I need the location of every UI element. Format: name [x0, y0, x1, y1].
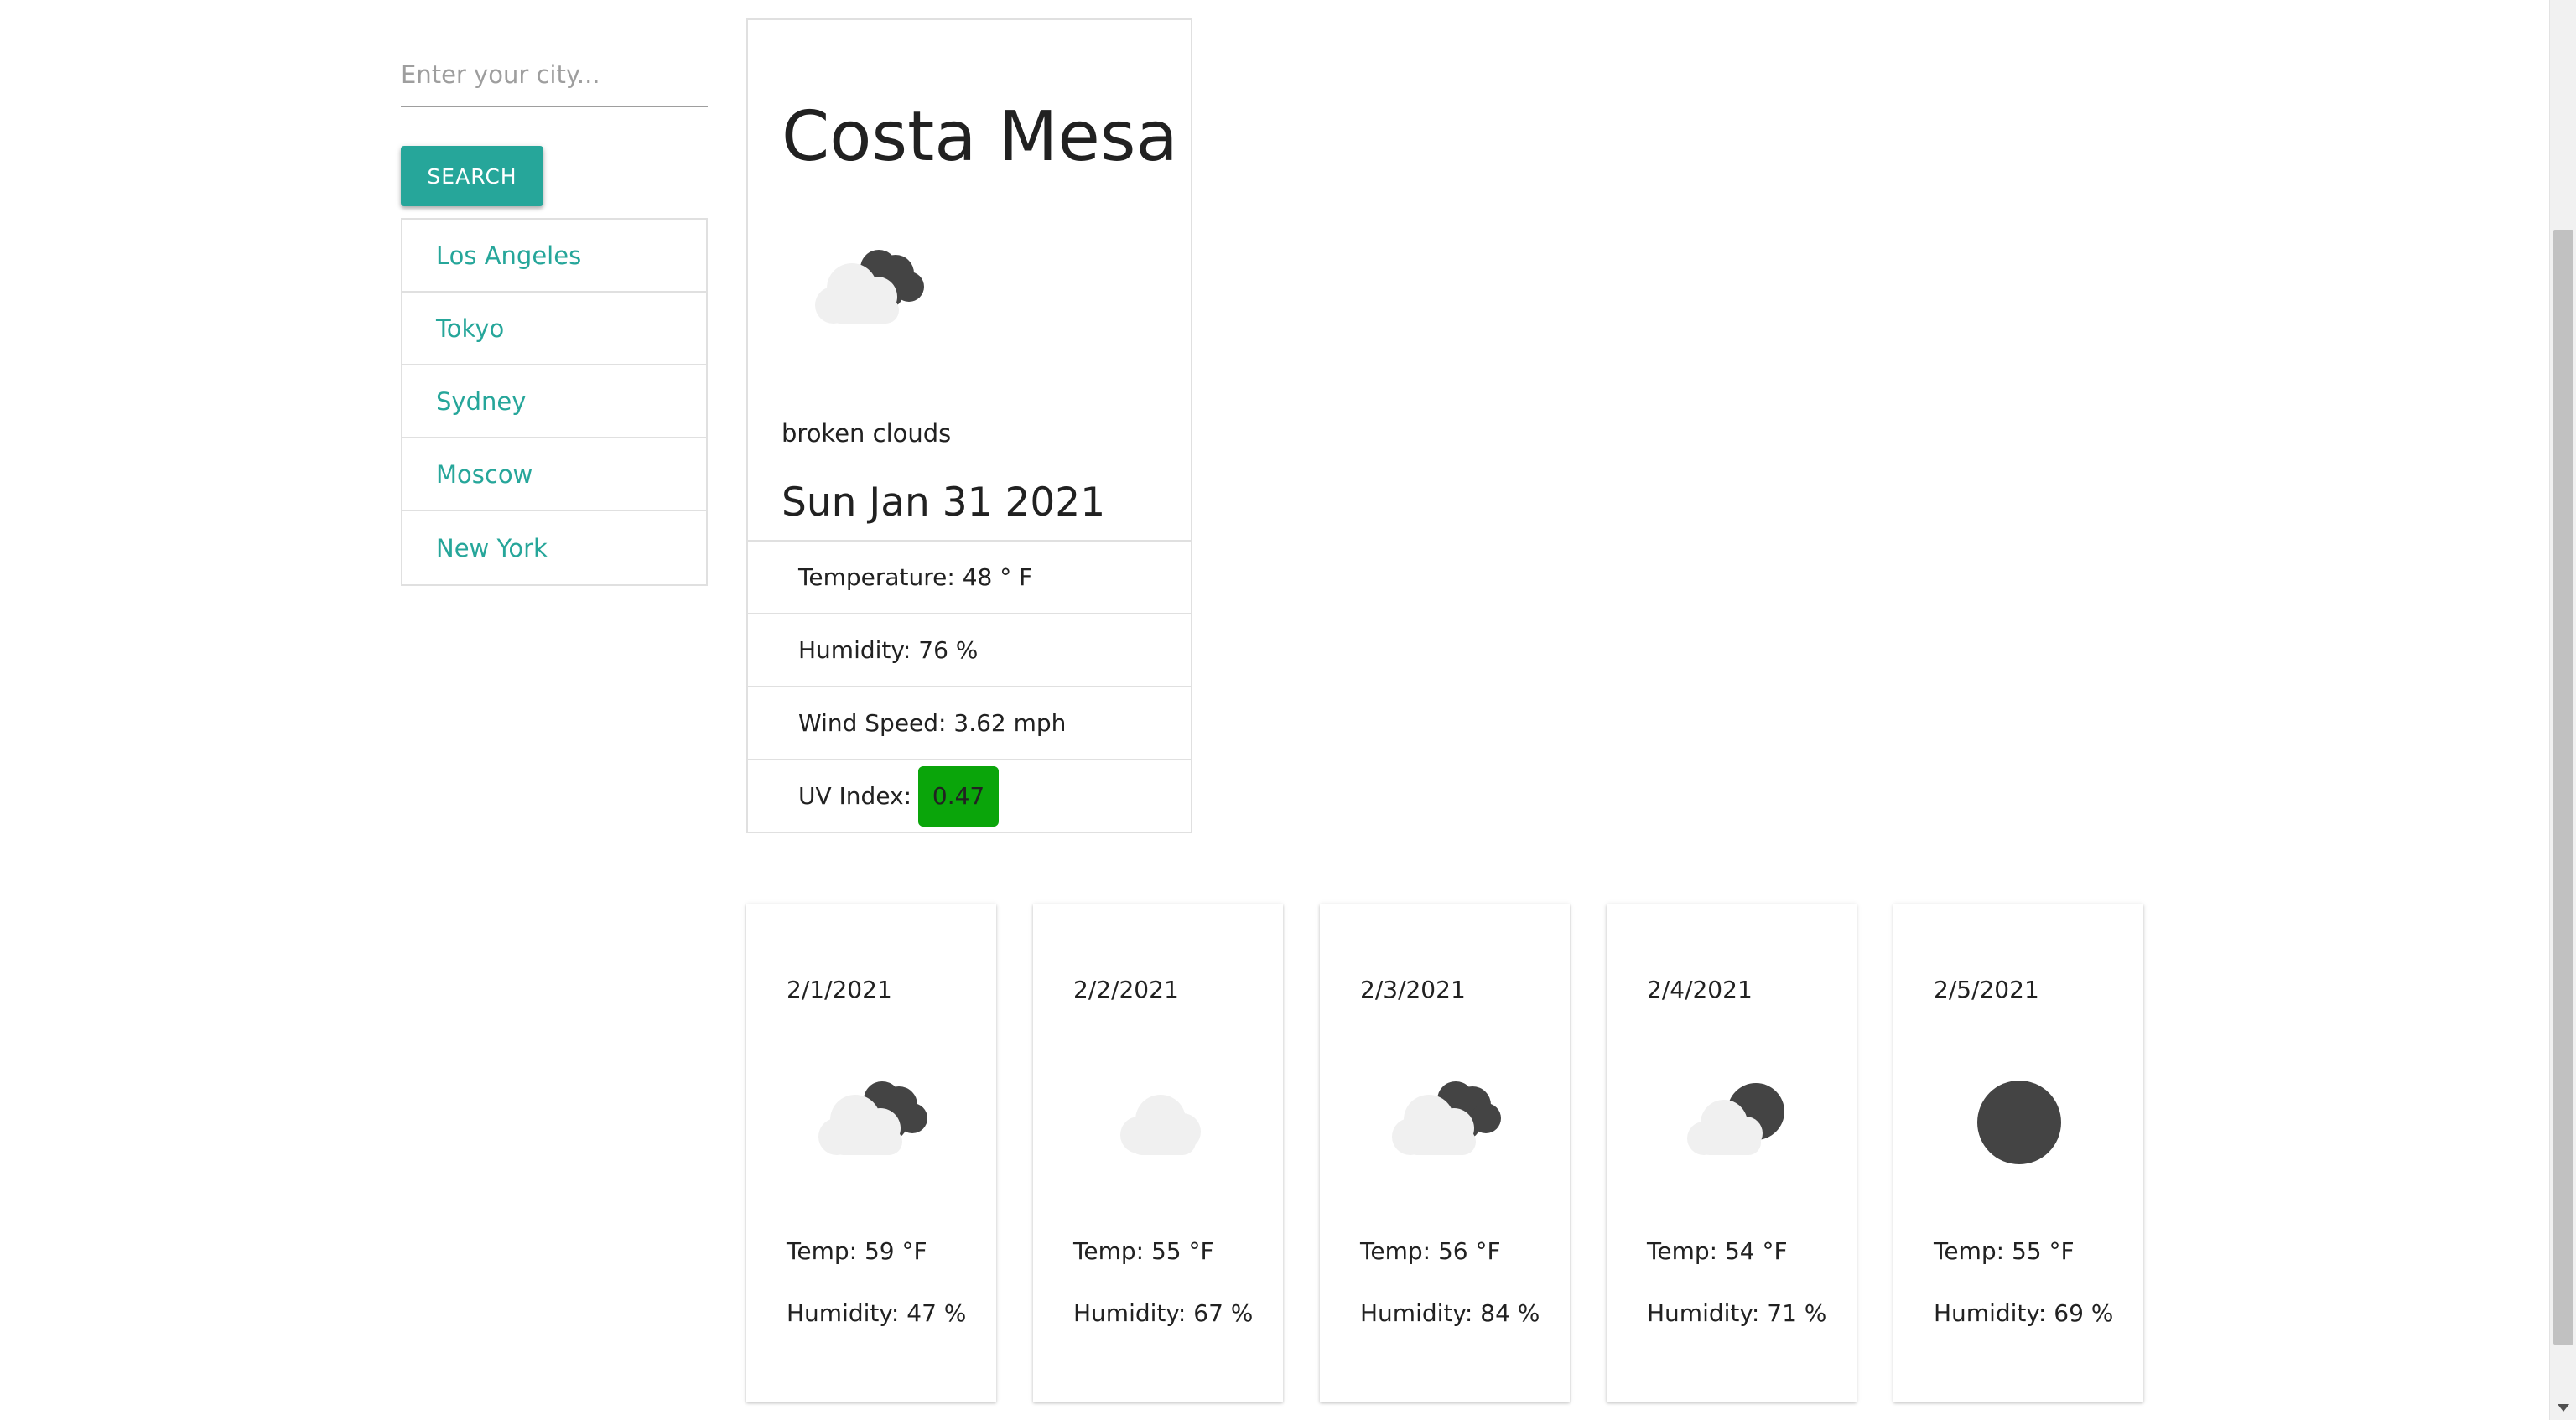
forecast-temp: Temp: 54 °F	[1647, 1237, 1788, 1265]
scroll-down-arrow-icon[interactable]	[2558, 1404, 2569, 1412]
uv-index-label: UV Index:	[798, 782, 912, 810]
forecast-card: 2/5/2021 Temp: 55 °F Humidity: 69 %	[1893, 904, 2143, 1402]
wind-speed-item: Wind Speed: 3.62 mph	[748, 686, 1191, 759]
forecast-humidity: Humidity: 47 %	[787, 1299, 967, 1327]
scrollbar-thumb[interactable]	[2553, 230, 2573, 1345]
forecast-date: 2/2/2021	[1073, 976, 1179, 1003]
weather-details-list: Temperature: 48 ° F Humidity: 76 % Wind …	[748, 540, 1191, 832]
forecast-card: 2/4/2021 Temp: 54 °F Humidity: 71 %	[1607, 904, 1857, 1402]
forecast-card: 2/1/2021 Temp: 59 °F Humidity: 47 %	[746, 904, 996, 1402]
forecast-row: 2/1/2021 Temp: 59 °F Humidity: 47 % 2/2/…	[746, 904, 2147, 1402]
search-button[interactable]: Search	[401, 146, 543, 206]
forecast-temp: Temp: 59 °F	[787, 1237, 927, 1265]
forecast-date: 2/5/2021	[1934, 976, 2039, 1003]
history-item-tokyo[interactable]: Tokyo	[402, 293, 706, 365]
temperature-text: Temperature: 48 ° F	[798, 563, 1033, 591]
forecast-temp: Temp: 56 °F	[1360, 1237, 1501, 1265]
forecast-date: 2/1/2021	[787, 976, 892, 1003]
page-scrollbar[interactable]	[2549, 0, 2576, 1420]
broken-clouds-icon	[818, 1081, 927, 1155]
forecast-temp: Temp: 55 °F	[1073, 1237, 1214, 1265]
broken-clouds-icon	[815, 250, 924, 324]
forecast-date: 2/3/2021	[1360, 976, 1466, 1003]
cloud-icon	[1120, 1095, 1201, 1155]
current-weather-card: Costa Mesa broken clouds Sun Jan 31 2021…	[746, 18, 1192, 833]
weather-description: broken clouds	[782, 419, 952, 448]
search-history-list: Los Angeles Tokyo Sydney Moscow New York	[401, 218, 708, 586]
humidity-item: Humidity: 76 %	[748, 613, 1191, 686]
forecast-humidity: Humidity: 71 %	[1647, 1299, 1827, 1327]
forecast-card: 2/2/2021 Temp: 55 °F Humidity: 67 %	[1033, 904, 1283, 1402]
history-item-new-york[interactable]: New York	[402, 511, 706, 584]
uv-index-item: UV Index: 0.47	[748, 759, 1191, 832]
forecast-humidity: Humidity: 69 %	[1934, 1299, 2114, 1327]
city-search-input[interactable]	[401, 44, 708, 107]
uv-index-badge: 0.47	[918, 765, 1000, 827]
forecast-humidity: Humidity: 84 %	[1360, 1299, 1540, 1327]
humidity-text: Humidity: 76 %	[798, 636, 979, 664]
city-name: Costa Mesa	[782, 97, 1178, 177]
forecast-humidity: Humidity: 67 %	[1073, 1299, 1254, 1327]
history-item-sydney[interactable]: Sydney	[402, 365, 706, 438]
history-item-los-angeles[interactable]: Los Angeles	[402, 220, 706, 293]
clear-sky-icon	[1977, 1081, 2061, 1164]
broken-clouds-icon	[1392, 1081, 1501, 1155]
forecast-card: 2/3/2021 Temp: 56 °F Humidity: 84 %	[1320, 904, 1570, 1402]
partly-cloudy-icon	[1687, 1083, 1784, 1155]
current-date: Sun Jan 31 2021	[782, 479, 1106, 526]
forecast-temp: Temp: 55 °F	[1934, 1237, 2075, 1265]
temperature-item: Temperature: 48 ° F	[748, 540, 1191, 613]
forecast-date: 2/4/2021	[1647, 976, 1753, 1003]
wind-speed-text: Wind Speed: 3.62 mph	[798, 709, 1067, 737]
history-item-moscow[interactable]: Moscow	[402, 438, 706, 511]
